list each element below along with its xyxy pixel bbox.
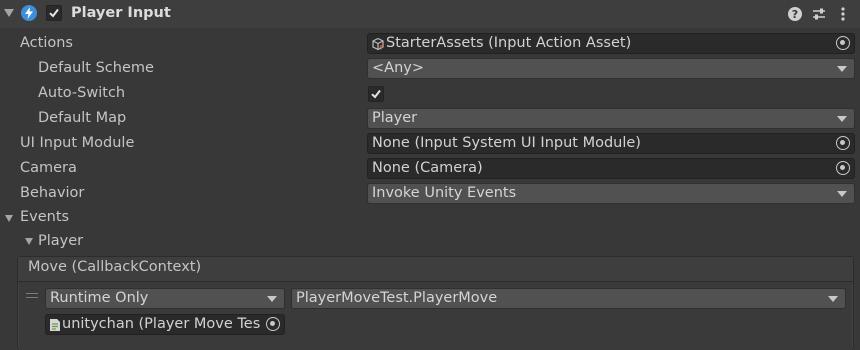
default-map-value: Player [372, 110, 418, 126]
object-picker-icon[interactable] [266, 317, 280, 331]
events-label[interactable]: Events [20, 209, 69, 225]
fold-arrow-icon[interactable] [4, 9, 14, 17]
help-icon[interactable]: ? [787, 6, 803, 22]
input-action-asset-icon [372, 37, 384, 51]
auto-switch-checkbox[interactable] [368, 86, 384, 102]
player-group-label[interactable]: Player [38, 233, 83, 249]
script-file-icon [50, 319, 60, 331]
drag-handle-icon[interactable] [26, 293, 38, 301]
actions-object-field[interactable]: StarterAssets (Input Action Asset) [367, 33, 855, 54]
function-value: PlayerMoveTest.PlayerMove [296, 290, 498, 306]
object-picker-icon[interactable] [836, 136, 850, 150]
component-enabled-checkbox[interactable] [46, 5, 62, 21]
chevron-down-icon [837, 191, 847, 197]
event-name: Move (CallbackContext) [28, 259, 202, 275]
runtime-mode-value: Runtime Only [50, 290, 149, 306]
camera-object-field[interactable]: None (Camera) [367, 158, 855, 179]
chevron-down-icon [837, 66, 847, 72]
actions-label: Actions [20, 35, 73, 51]
kebab-menu-icon[interactable] [835, 6, 851, 22]
ui-input-module-object-field[interactable]: None (Input System UI Input Module) [367, 133, 855, 154]
ui-input-module-label: UI Input Module [20, 135, 135, 151]
ui-input-module-value: None (Input System UI Input Module) [372, 135, 641, 151]
component-title: Player Input [71, 5, 171, 21]
target-object-field[interactable]: unitychan (Player Move Tes [45, 314, 285, 335]
auto-switch-label: Auto-Switch [38, 85, 126, 101]
events-fold-arrow-icon[interactable] [5, 215, 13, 222]
default-scheme-dropdown[interactable]: <Any> [367, 58, 855, 79]
presets-icon[interactable] [811, 6, 827, 22]
behavior-label: Behavior [20, 185, 85, 201]
behavior-value: Invoke Unity Events [372, 185, 517, 201]
actions-value: StarterAssets (Input Action Asset) [386, 35, 632, 51]
default-map-dropdown[interactable]: Player [367, 108, 855, 129]
function-dropdown[interactable]: PlayerMoveTest.PlayerMove [291, 288, 846, 309]
camera-value: None (Camera) [372, 160, 483, 176]
default-scheme-value: <Any> [372, 60, 424, 76]
chevron-down-icon [267, 296, 277, 302]
target-value: unitychan (Player Move Tes [62, 316, 261, 332]
chevron-down-icon [837, 116, 847, 122]
default-scheme-label: Default Scheme [38, 60, 154, 76]
object-picker-icon[interactable] [836, 36, 850, 50]
default-map-label: Default Map [38, 110, 127, 126]
object-picker-icon[interactable] [836, 161, 850, 175]
player-fold-arrow-icon[interactable] [25, 238, 33, 245]
runtime-mode-dropdown[interactable]: Runtime Only [45, 288, 285, 309]
behavior-dropdown[interactable]: Invoke Unity Events [367, 183, 855, 204]
chevron-down-icon [828, 296, 838, 302]
player-input-component-icon [21, 5, 37, 21]
camera-label: Camera [20, 160, 77, 176]
